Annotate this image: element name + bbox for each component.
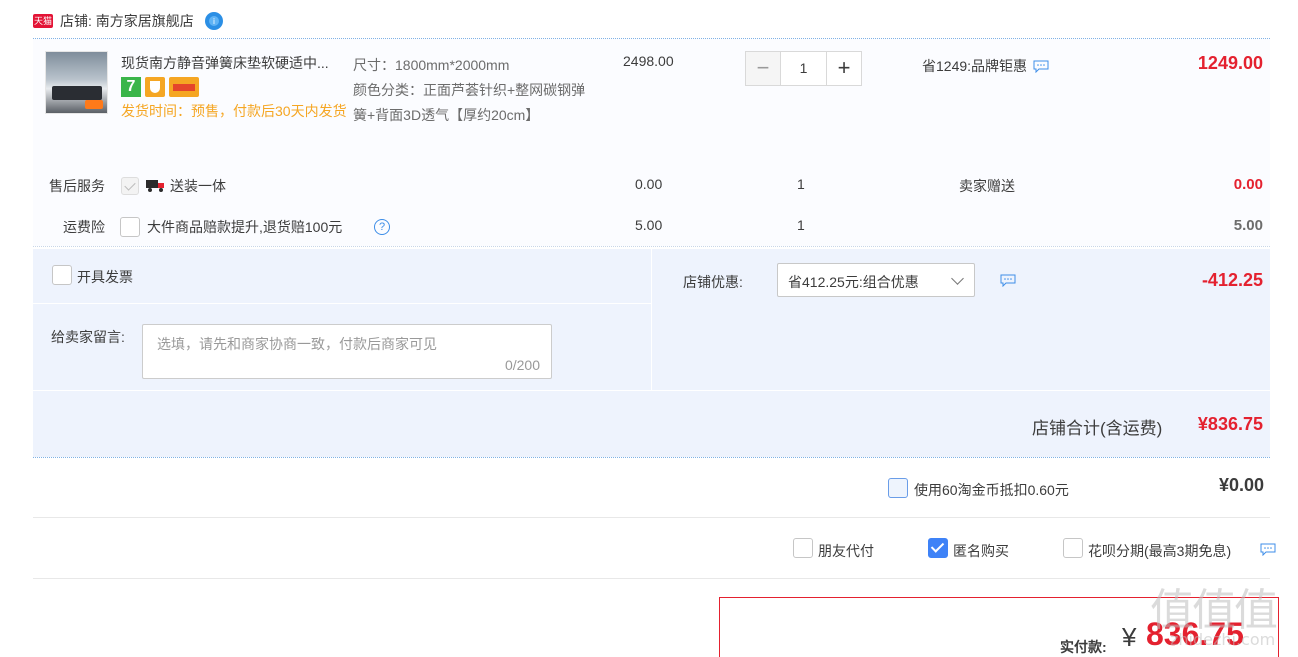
shipping-insurance-price: 5.00 <box>635 217 663 233</box>
payment-currency: ¥ <box>1122 622 1137 652</box>
shop-header: 天猫 店铺: 南方家居旗舰店 i <box>33 8 224 34</box>
bed-image <box>52 86 102 100</box>
product-spec: 尺寸：1800mm*2000mm 颜色分类：正面芦荟针织+整网碳钢弹簧+背面3D… <box>353 53 588 128</box>
after-sale-price: 0.00 <box>635 176 663 192</box>
payment-label: 实付款: <box>1060 639 1107 655</box>
after-sale-label: 售后服务 <box>49 178 105 194</box>
friend-pay-checkbox[interactable] <box>793 538 813 558</box>
quantity-stepper: − 1 + <box>745 51 862 86</box>
divider <box>33 517 1270 518</box>
svg-text:i: i <box>213 17 215 26</box>
seven-day-return-icon[interactable]: 7 <box>121 77 141 97</box>
item-promotion: 省1249:品牌钜惠 <box>922 56 1049 76</box>
shipping-insurance-label: 运费险 <box>63 219 105 235</box>
anonymous-label: 匿名购买 <box>953 543 1009 559</box>
watermark-domain: zhidezhi.com <box>1170 630 1276 649</box>
after-sale-checkbox[interactable] <box>121 177 139 195</box>
shop-total-label: 店铺合计(含运费) <box>1032 419 1163 438</box>
huabei-label: 花呗分期(最高3期免息) <box>1088 543 1232 559</box>
guarantee-shield-icon[interactable] <box>145 77 165 97</box>
shipping-insurance-option: 大件商品赔款提升,退货赔100元 <box>147 219 343 235</box>
increase-button[interactable]: + <box>826 51 862 86</box>
invoice-checkbox[interactable] <box>52 265 72 285</box>
after-sale-note: 卖家赠送 <box>959 178 1015 194</box>
options-bottom-divider <box>33 390 1270 391</box>
comment-icon[interactable] <box>1033 60 1049 73</box>
price-tag <box>85 100 103 109</box>
message-counter: 0/200 <box>504 357 540 373</box>
decrease-button[interactable]: − <box>745 51 781 86</box>
invoice-label: 开具发票 <box>77 269 133 285</box>
taobao-coin-value: ¥0.00 <box>1218 475 1264 495</box>
shop-discount-amount: -412.25 <box>1201 270 1263 290</box>
message-label: 给卖家留言: <box>51 329 125 345</box>
shipping-note: 发货时间：预售，付款后30天内发货 <box>121 103 347 119</box>
credit-card-icon[interactable] <box>169 77 199 97</box>
row-divider <box>33 246 1270 247</box>
comment-icon[interactable] <box>1000 274 1016 287</box>
product-thumbnail[interactable] <box>45 51 108 114</box>
tmall-logo: 天猫 <box>33 14 53 28</box>
delivery-truck-icon <box>146 180 164 192</box>
message-placeholder: 选填，请先和商家协商一致，付款后商家可见 <box>157 336 437 352</box>
spec-color: 颜色分类：正面芦荟针织+整网碳钢弹簧+背面3D透气【厚约20cm】 <box>353 82 586 123</box>
divider <box>33 578 1270 579</box>
huabei-checkbox[interactable] <box>1063 538 1083 558</box>
service-badges: 7 <box>121 77 199 97</box>
after-sale-total: 0.00 <box>1233 176 1263 193</box>
options-vertical-divider <box>651 249 652 391</box>
options-bottom-line <box>33 457 1270 458</box>
shop-discount-value: 省412.25元:组合优惠 <box>788 274 919 290</box>
message-input[interactable]: 选填，请先和商家协商一致，付款后商家可见 0/200 <box>142 324 552 379</box>
shop-discount-label: 店铺优惠: <box>683 274 743 290</box>
help-icon[interactable]: ? <box>374 219 390 235</box>
shipping-insurance-qty: 1 <box>797 217 805 233</box>
watermark-logo: 值值值 <box>1150 585 1278 636</box>
chevron-down-icon <box>951 272 964 285</box>
anonymous-checkbox[interactable] <box>928 538 948 558</box>
options-divider <box>33 303 651 304</box>
shipping-insurance-checkbox[interactable] <box>120 217 140 237</box>
promo-text: 省1249:品牌钜惠 <box>922 58 1028 74</box>
shop-total-value: ¥836.75 <box>1197 414 1263 434</box>
taobao-coin-checkbox[interactable] <box>888 478 908 498</box>
friend-pay-label: 朋友代付 <box>818 543 874 559</box>
shop-discount-select[interactable]: 省412.25元:组合优惠 <box>777 263 975 297</box>
quantity-input[interactable]: 1 <box>781 51 826 86</box>
item-total: 1249.00 <box>1197 53 1263 73</box>
shipping-insurance-total: 5.00 <box>1233 217 1263 234</box>
spec-size: 尺寸：1800mm*2000mm <box>353 57 510 73</box>
taobao-coin-label: 使用60淘金币抵扣0.60元 <box>914 482 1069 498</box>
unit-price: 2498.00 <box>623 53 674 69</box>
comment-icon[interactable] <box>1260 543 1276 556</box>
wangwang-chat-icon[interactable]: i <box>204 11 224 31</box>
shop-name[interactable]: 店铺: 南方家居旗舰店 <box>60 11 194 31</box>
after-sale-option: 送装一体 <box>170 178 226 194</box>
after-sale-qty: 1 <box>797 176 805 192</box>
product-title[interactable]: 现货南方静音弹簧床垫软硬适中... <box>121 53 347 73</box>
